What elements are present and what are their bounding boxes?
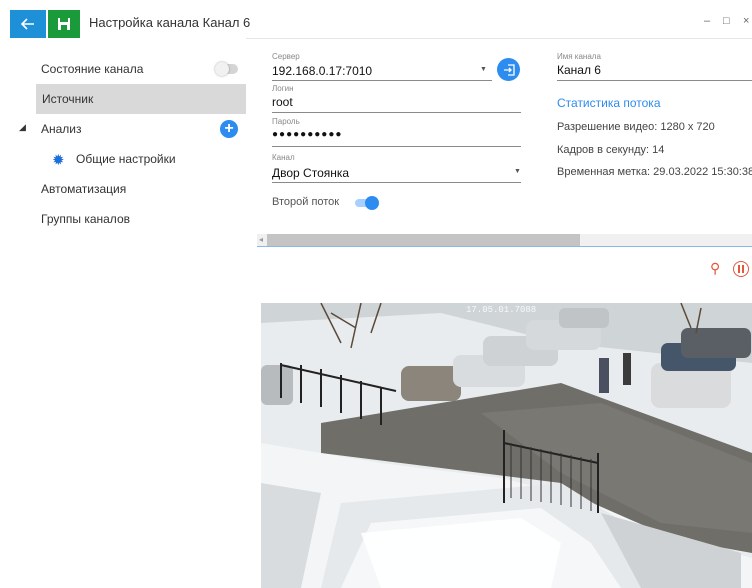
save-icon (58, 18, 70, 30)
save-button[interactable] (48, 10, 80, 38)
pause-icon[interactable] (733, 261, 749, 277)
second-stream-toggle[interactable] (355, 196, 379, 210)
channel-state-toggle[interactable] (215, 62, 238, 76)
login-label: Логин (272, 84, 294, 93)
plus-icon: + (224, 120, 234, 137)
gear-icon: ✹ (52, 152, 65, 169)
timestamp-text: Временная метка: 29.03.2022 15:30:38 (557, 166, 752, 178)
section-divider (257, 246, 752, 247)
login-underline (272, 112, 521, 113)
dropdown-caret-icon[interactable]: ▼ (480, 66, 487, 73)
minimize-icon[interactable]: – (704, 15, 710, 27)
camera-image (261, 303, 752, 588)
sidebar-item-analysis[interactable]: ◢ Анализ + (10, 114, 246, 144)
connect-icon (503, 63, 515, 76)
back-arrow-icon (21, 18, 34, 30)
sidebar-item-label: Общие настройки (76, 152, 176, 166)
channel-name-field[interactable]: Канал 6 (557, 63, 601, 77)
scroll-left-icon[interactable]: ◂ (259, 235, 263, 244)
server-label: Сервер (272, 52, 300, 61)
add-analysis-button[interactable]: + (220, 120, 238, 138)
channel-underline (272, 182, 521, 183)
server-underline (272, 80, 492, 81)
server-field[interactable]: 192.168.0.17:7010 (272, 64, 372, 78)
channel-label: Канал (272, 153, 295, 162)
horizontal-scrollbar[interactable]: ◂ (257, 234, 752, 246)
sidebar: Состояние канала Источник ◢ Анализ + ✹ О… (10, 38, 246, 588)
title-bar: Настройка канала Канал 6 – □ × (0, 0, 752, 38)
connect-button[interactable] (497, 58, 520, 81)
password-underline (272, 146, 521, 147)
zoom-icon[interactable]: ⚲ (710, 260, 720, 277)
sidebar-item-label: Анализ (41, 122, 82, 136)
window-title: Настройка канала Канал 6 (89, 15, 251, 30)
sidebar-item-general-settings[interactable]: ✹ Общие настройки (10, 144, 246, 174)
expander-icon[interactable]: ◢ (19, 122, 26, 133)
fps-text: Кадров в секунду: 14 (557, 144, 665, 156)
sidebar-item-label: Источник (42, 92, 94, 106)
sidebar-item-label: Автоматизация (41, 182, 127, 196)
camera-timestamp-overlay: 17.05.01.7088 (466, 305, 537, 315)
channel-name-underline (557, 80, 752, 81)
sidebar-item-label: Группы каналов (41, 212, 130, 226)
dropdown-caret-icon[interactable]: ▼ (514, 168, 521, 175)
sidebar-item-label: Состояние канала (41, 62, 144, 76)
stream-stats-title: Статистика потока (557, 96, 661, 110)
password-field[interactable]: ●●●●●●●●●● (272, 129, 342, 140)
channel-select[interactable]: Двор Стоянка (272, 166, 349, 180)
video-preview[interactable]: 17.05.01.7088 (261, 303, 752, 588)
channel-name-label: Имя канала (557, 52, 601, 61)
scroll-thumb[interactable] (267, 234, 580, 246)
resolution-text: Разрешение видео: 1280 x 720 (557, 121, 715, 133)
back-button[interactable] (10, 10, 46, 38)
close-icon[interactable]: × (743, 15, 749, 27)
sidebar-item-channel-state[interactable]: Состояние канала (10, 54, 246, 84)
login-field[interactable]: root (272, 95, 293, 109)
sidebar-item-automation[interactable]: Автоматизация (10, 174, 246, 204)
password-label: Пароль (272, 117, 300, 126)
sidebar-item-channel-groups[interactable]: Группы каналов (10, 204, 246, 234)
sidebar-item-source[interactable]: Источник (36, 84, 246, 114)
maximize-icon[interactable]: □ (723, 15, 730, 27)
second-stream-label: Второй поток (272, 196, 340, 208)
